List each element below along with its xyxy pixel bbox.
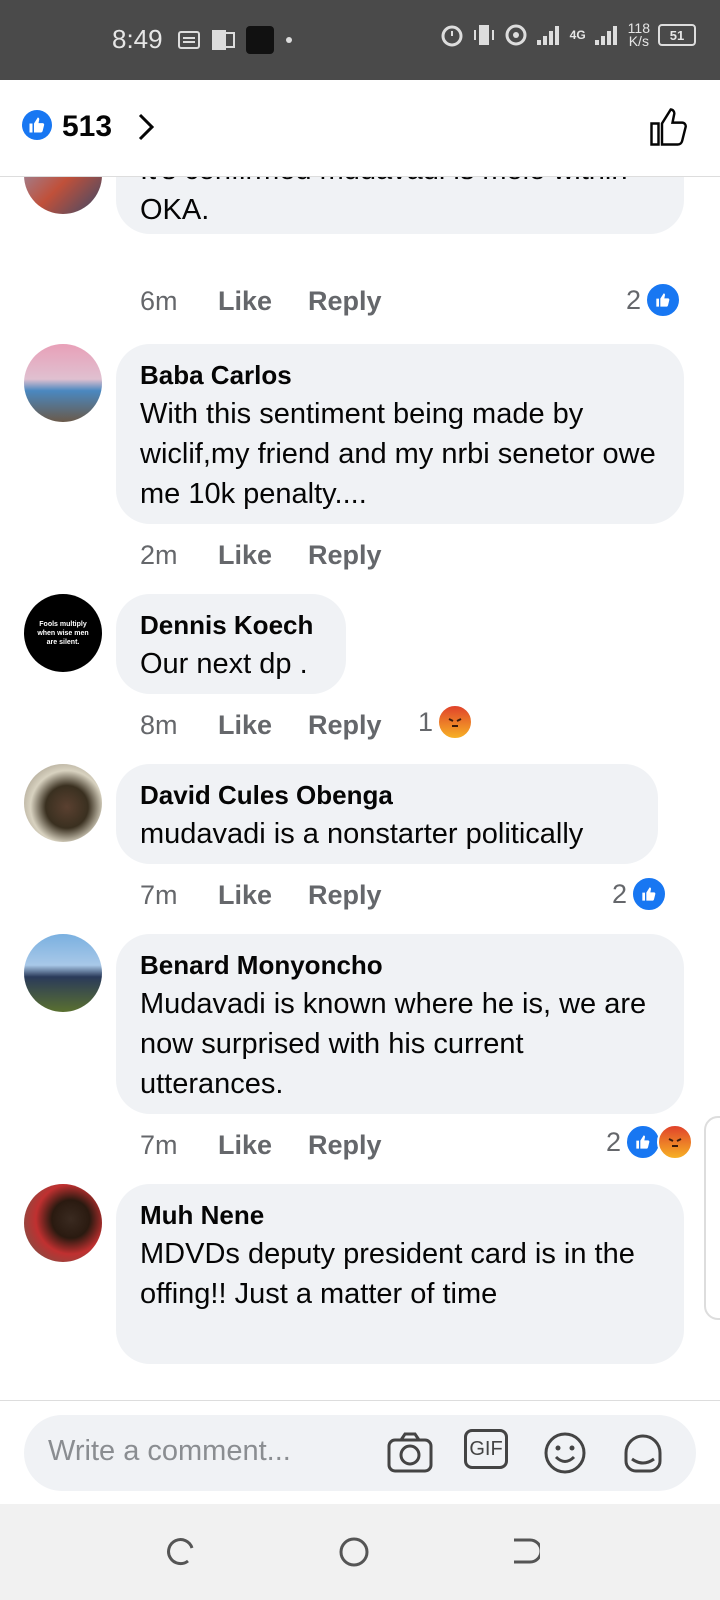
recents-icon[interactable] (166, 1536, 196, 1566)
reaction-count: 1 (418, 706, 434, 737)
comment-actions: 8m Like Reply (140, 710, 414, 741)
comment-bubble[interactable]: David Cules Obenga mudavadi is a nonstar… (116, 764, 658, 864)
like-reaction-icon (22, 110, 52, 140)
comment-text: MDVDs deputy president card is in the of… (140, 1238, 635, 1310)
dot-icon (286, 37, 292, 43)
message-icon (178, 31, 200, 49)
sticker-icon[interactable] (620, 1431, 666, 1477)
comment-input-placeholder: Write a comment... (48, 1435, 291, 1467)
avatar-caption: Fools multiply when wise men are silent. (37, 620, 89, 646)
reaction-count: 2 (612, 878, 628, 909)
comment-actions: 7m Like Reply (140, 880, 414, 911)
reaction-count: 2 (606, 1126, 622, 1157)
angry-reaction-icon (657, 1124, 694, 1160)
comment-list[interactable]: It's confirmed mudavadi is mole within O… (0, 176, 720, 1480)
comment-reactions[interactable]: 2 (626, 282, 682, 318)
reply-link[interactable]: Reply (308, 710, 414, 741)
system-icons: 4G 118 K/s 51 (440, 21, 696, 49)
like-link[interactable]: Like (218, 1130, 308, 1161)
like-reaction-icon (645, 282, 682, 318)
status-bar: 8:49 4G 118 K/s 51 (0, 0, 720, 80)
signal-icon-2 (594, 26, 617, 45)
comment-time: 6m (140, 286, 178, 316)
chevron-right-icon[interactable] (136, 112, 156, 142)
reply-link[interactable]: Reply (308, 880, 414, 911)
like-reaction-icon (631, 876, 668, 912)
comment-actions: 7m Like Reply (140, 1130, 414, 1161)
alarm-icon (441, 25, 463, 47)
comment-text: It's confirmed mudavadi is mole within O… (140, 176, 627, 226)
home-icon[interactable] (338, 1536, 370, 1568)
commenter-name[interactable]: Muh Nene (140, 1200, 660, 1230)
comment-reactions[interactable]: 2 (612, 876, 668, 912)
commenter-name[interactable]: Dennis Koech (140, 610, 322, 640)
reactions-header[interactable]: 513 (0, 80, 720, 177)
commenter-name[interactable]: Benard Monyoncho (140, 950, 660, 980)
app-icon (246, 26, 274, 54)
comment-bubble[interactable]: Dennis Koech Our next dp . (116, 594, 346, 694)
vibrate-icon (473, 25, 494, 45)
comment-bubble[interactable]: Muh Nene MDVDs deputy president card is … (116, 1184, 684, 1364)
comment-bubble[interactable]: Baba Carlos With this sentiment being ma… (116, 344, 684, 524)
comment-text: With this sentiment being made by wiclif… (140, 398, 656, 510)
signal-icon (536, 26, 559, 45)
status-time: 8:49 (112, 24, 163, 54)
comment-composer: Write a comment... GIF (0, 1400, 720, 1505)
battery-icon: 51 (658, 24, 696, 46)
hotspot-icon (505, 24, 527, 46)
comment-time: 7m (140, 1130, 178, 1160)
office-icon (212, 30, 235, 50)
reply-link[interactable]: Reply (308, 540, 414, 571)
like-button-icon[interactable] (648, 106, 690, 148)
camera-icon[interactable] (386, 1431, 434, 1475)
commenter-name[interactable]: David Cules Obenga (140, 780, 634, 810)
reaction-count: 2 (626, 284, 642, 315)
emoji-icon[interactable] (543, 1431, 587, 1475)
comment-bubble[interactable]: It's confirmed mudavadi is mole within O… (116, 176, 684, 234)
like-link[interactable]: Like (218, 286, 308, 317)
comment-time: 2m (140, 540, 178, 570)
comments-sheet: 513 It's confirmed mudavadi is mole with… (0, 80, 720, 1504)
notification-icons (178, 26, 294, 54)
avatar[interactable] (24, 344, 102, 422)
like-link[interactable]: Like (218, 880, 308, 911)
network-speed: 118 K/s (628, 21, 650, 49)
battery-level: 51 (669, 27, 685, 43)
like-reaction-icon (625, 1124, 662, 1160)
comment-time: 7m (140, 880, 178, 910)
like-link[interactable]: Like (218, 540, 308, 571)
reply-link[interactable]: Reply (308, 1130, 414, 1161)
comment-text: mudavadi is a nonstarter politically (140, 818, 584, 850)
angry-reaction-icon (437, 704, 474, 740)
commenter-name[interactable]: Baba Carlos (140, 360, 660, 390)
like-link[interactable]: Like (218, 710, 308, 741)
comment-reactions[interactable]: 1 (418, 704, 474, 740)
reply-link[interactable]: Reply (308, 286, 414, 317)
gif-icon[interactable]: GIF (464, 1429, 508, 1469)
scroll-handle[interactable] (704, 1116, 720, 1320)
comment-bubble[interactable]: Benard Monyoncho Mudavadi is known where… (116, 934, 684, 1114)
avatar[interactable]: Fools multiply when wise men are silent. (24, 594, 102, 672)
comment-text: Our next dp . (140, 648, 308, 680)
avatar[interactable] (24, 934, 102, 1012)
gif-label: GIF (469, 1437, 503, 1460)
speed-unit: K/s (628, 33, 649, 49)
comment-actions: 2m Like Reply (140, 540, 414, 571)
comment-actions: 6m Like Reply (140, 286, 414, 317)
back-icon[interactable] (510, 1536, 540, 1566)
avatar[interactable] (24, 1184, 102, 1262)
reaction-count: 513 (62, 110, 113, 143)
system-navigation-bar (0, 1504, 720, 1600)
avatar[interactable] (24, 764, 102, 842)
comment-text: Mudavadi is known where he is, we are no… (140, 988, 647, 1100)
avatar[interactable] (24, 176, 102, 214)
comment-reactions[interactable]: 2 (606, 1124, 694, 1160)
network-type: 4G (569, 28, 586, 42)
comment-time: 8m (140, 710, 178, 740)
